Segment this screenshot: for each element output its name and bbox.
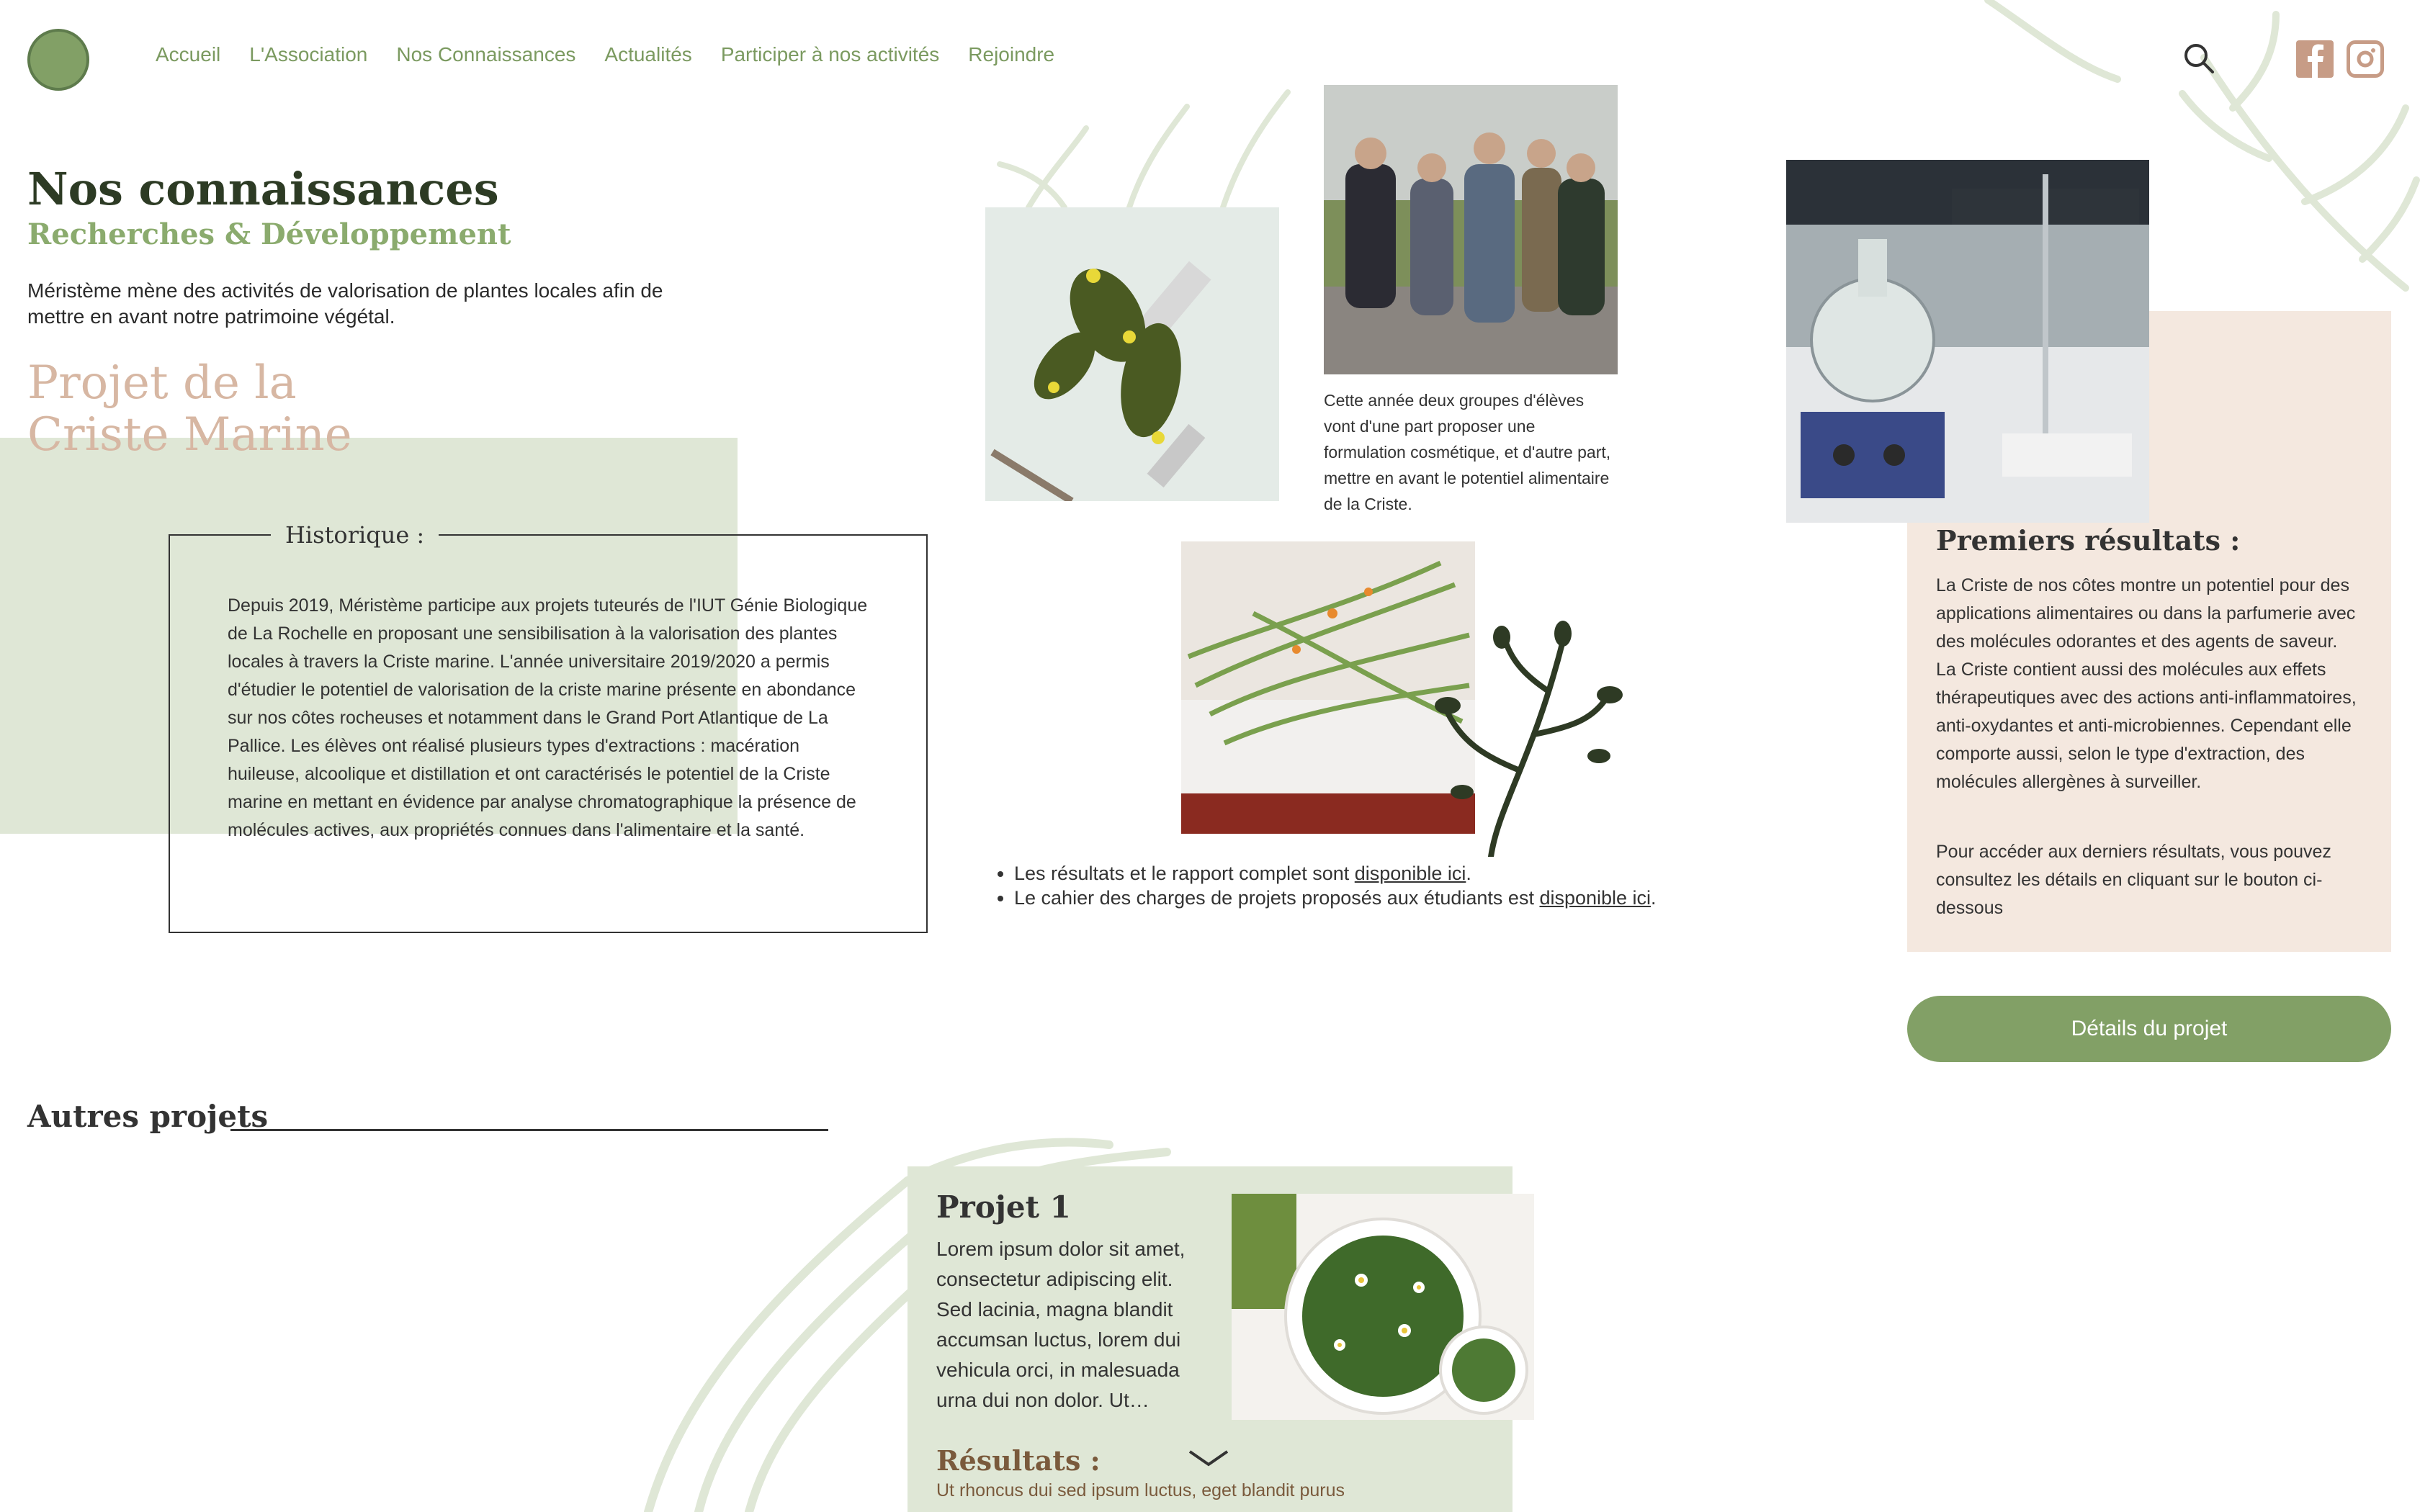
project-card-text: Lorem ipsum dolor sit amet, consectetur … [936, 1238, 1186, 1411]
instagram-icon[interactable] [2347, 40, 2384, 78]
leaf-decoration-middle-top [985, 85, 1317, 215]
project-card-title: Projet 1 [936, 1189, 1071, 1225]
facebook-icon[interactable] [2296, 40, 2334, 78]
project-title-line-1: Projet de la [27, 356, 297, 410]
project-card-image [1232, 1194, 1534, 1420]
page-subtitle: Recherches & Développement [27, 217, 511, 251]
photo-caption: Cette année deux groupes d'élèves vont d… [1324, 391, 1611, 513]
autres-projets-divider [230, 1129, 828, 1131]
results-links: Les résultats et le rapport complet sont… [1000, 861, 1706, 910]
photo-criste-pipette [985, 207, 1279, 501]
chevron-down-icon[interactable] [1187, 1447, 1230, 1469]
criste-illustration [1419, 612, 1628, 857]
premiers-resultats-cta-text: Pour accéder aux derniers résultats, vou… [1936, 842, 2331, 918]
page-intro: Méristème mène des activités de valorisa… [27, 279, 663, 328]
nav-item-actualites[interactable]: Actualités [604, 43, 691, 66]
project-details-button[interactable]: Détails du projet [1907, 996, 2391, 1062]
project-title-line-2: Criste Marine [27, 408, 352, 462]
historique-text: Depuis 2019, Méristème participe aux pro… [228, 595, 868, 840]
nav-item-participer[interactable]: Participer à nos activités [721, 43, 939, 66]
result-item-report: Les résultats et le rapport complet sont… [1014, 861, 1706, 886]
result-1-text: Les résultats et le rapport complet sont [1014, 863, 1355, 884]
nav-item-association[interactable]: L'Association [249, 43, 367, 66]
project-title: Projet de la Criste Marine [27, 357, 352, 461]
nav-item-accueil[interactable]: Accueil [156, 43, 220, 66]
report-link[interactable]: disponible ici [1355, 863, 1466, 884]
photo-students-group [1324, 85, 1618, 374]
historique-label: Historique : [271, 521, 439, 549]
premiers-resultats-text: La Criste de nos côtes montre un potenti… [1936, 575, 2357, 792]
premiers-resultats-title: Premiers résultats : [1936, 524, 2241, 557]
main-nav: Accueil L'Association Nos Connaissances … [156, 43, 1054, 66]
result-2-text: Le cahier des charges de projets proposé… [1014, 887, 1540, 909]
logo[interactable] [27, 29, 89, 91]
project-card-results-text: Ut rhoncus dui sed ipsum luctus, eget bl… [936, 1480, 1345, 1500]
search-icon[interactable] [2182, 42, 2215, 75]
result-item-specs: Le cahier des charges de projets proposé… [1014, 886, 1706, 910]
nav-item-connaissances[interactable]: Nos Connaissances [396, 43, 575, 66]
page-title: Nos connaissances [27, 163, 499, 215]
photo-lab-distillation [1786, 160, 2149, 523]
specs-link[interactable]: disponible ici [1539, 887, 1651, 909]
nav-item-rejoindre[interactable]: Rejoindre [968, 43, 1054, 66]
project-card-results-label: Résultats : [936, 1444, 1101, 1477]
